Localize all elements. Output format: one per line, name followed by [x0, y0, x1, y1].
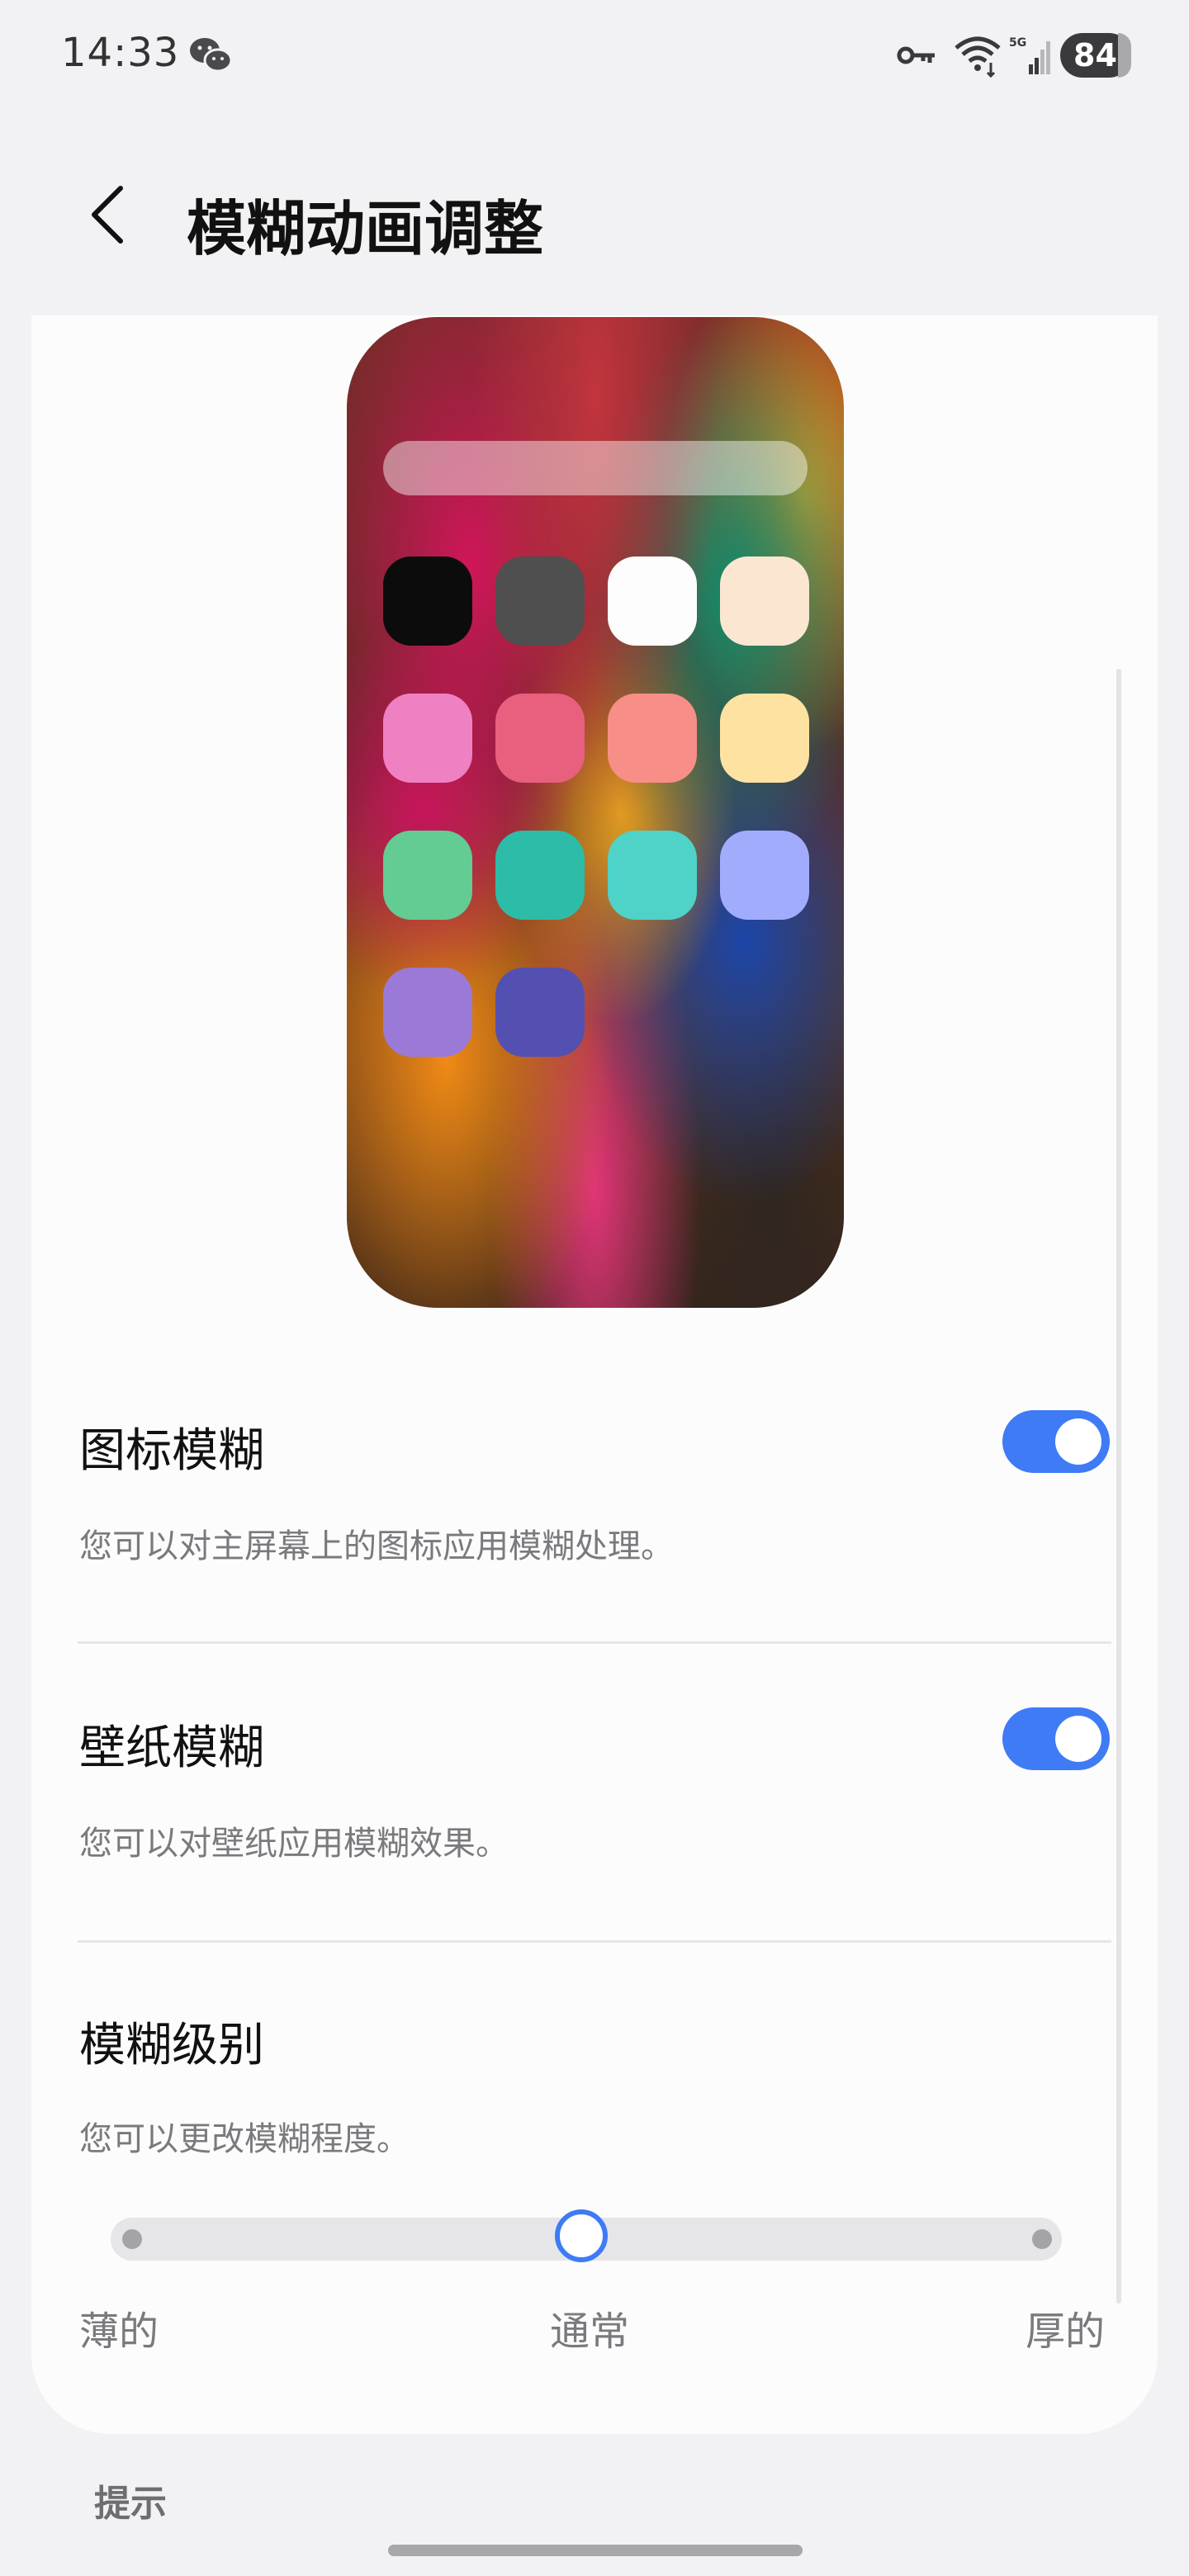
divider	[78, 1940, 1111, 1943]
status-bar: 14:33 5G 84	[0, 0, 1189, 116]
preview-app-icon	[495, 968, 585, 1057]
wallpaper-blur-description: 您可以对壁纸应用模糊效果。	[79, 1825, 509, 1863]
blur-preview-image	[347, 317, 844, 1308]
preview-app-icon	[608, 556, 697, 646]
icon-blur-toggle[interactable]	[1002, 1410, 1110, 1473]
blur-level-description: 您可以更改模糊程度。	[79, 2120, 410, 2158]
slider-step-dot	[1032, 2229, 1052, 2249]
preview-app-icon	[383, 694, 472, 783]
wallpaper-blur-title: 壁纸模糊	[79, 1721, 264, 1775]
wallpaper-blur-toggle[interactable]	[1002, 1707, 1110, 1770]
preview-search-bar	[383, 441, 808, 495]
preview-app-icon	[720, 556, 809, 646]
blur-level-title: 模糊级别	[79, 2019, 264, 2072]
preview-app-icon	[608, 694, 697, 783]
vpn-key-icon	[897, 46, 935, 64]
slider-thumb[interactable]	[555, 2209, 608, 2262]
battery-level: 84	[1073, 37, 1117, 73]
preview-app-icon	[383, 968, 472, 1057]
preview-app-icon	[495, 831, 585, 920]
wechat-icon	[190, 38, 233, 73]
svg-text:5G: 5G	[1009, 36, 1026, 50]
preview-app-icon	[608, 831, 697, 920]
preview-app-icon	[720, 831, 809, 920]
tips-header: 提示	[94, 2483, 167, 2525]
wifi-icon	[955, 36, 1001, 78]
preview-app-icon	[495, 556, 585, 646]
slider-label-thick: 厚的	[1026, 2308, 1106, 2355]
battery-indicator: 84	[1060, 33, 1131, 78]
back-button[interactable]	[83, 182, 132, 248]
preview-app-icon	[383, 556, 472, 646]
divider	[78, 1641, 1111, 1644]
scrollbar[interactable]	[1116, 669, 1121, 2304]
page-title: 模糊动画调整	[187, 194, 544, 263]
signal-5g-icon: 5G	[1009, 36, 1050, 74]
slider-label-normal: 通常	[550, 2308, 630, 2355]
slider-label-thin: 薄的	[79, 2308, 159, 2355]
preview-app-icon	[383, 831, 472, 920]
toggle-knob	[1055, 1418, 1101, 1465]
icon-blur-description: 您可以对主屏幕上的图标应用模糊处理。	[79, 1527, 674, 1565]
icon-blur-title: 图标模糊	[79, 1424, 264, 1478]
home-indicator[interactable]	[388, 2545, 803, 2556]
toggle-knob	[1055, 1716, 1101, 1762]
slider-step-dot	[122, 2229, 142, 2249]
preview-app-icon	[720, 694, 809, 783]
preview-app-icon	[495, 694, 585, 783]
status-time: 14:33	[61, 30, 180, 76]
